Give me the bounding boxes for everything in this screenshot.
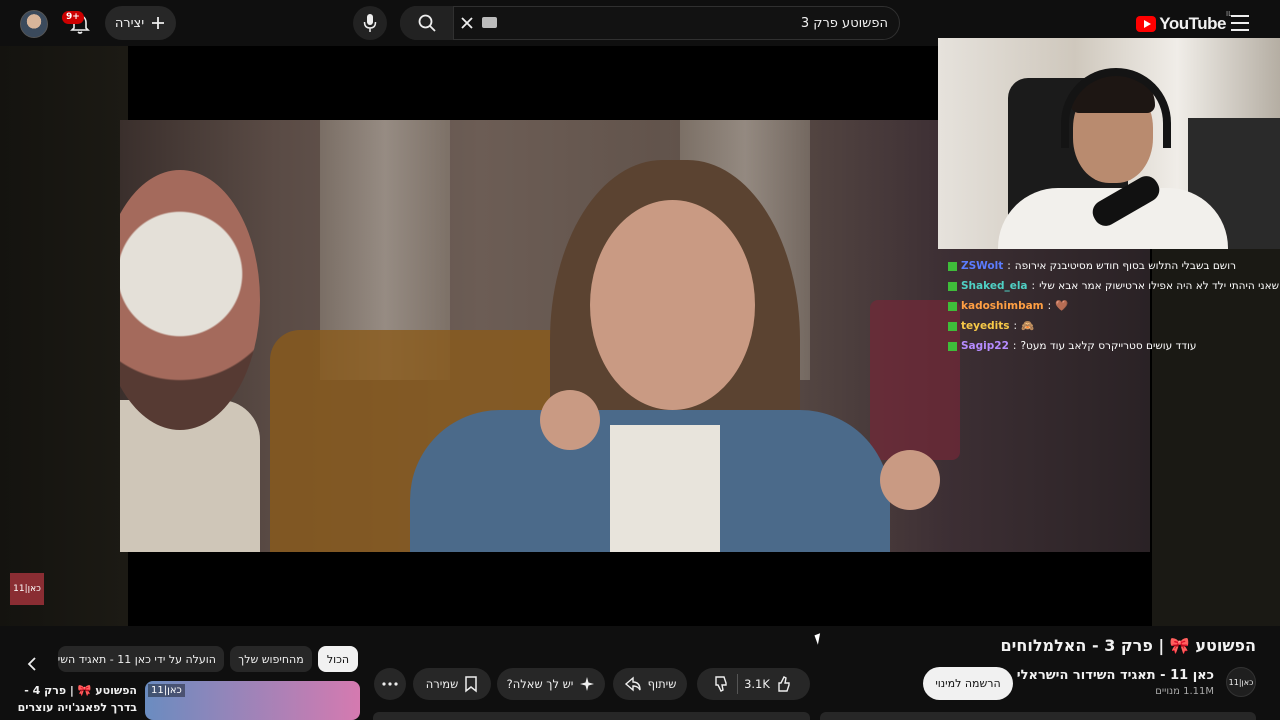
video-person (120, 170, 260, 430)
chevron-left-icon (27, 657, 36, 671)
voice-search-button[interactable] (353, 6, 387, 40)
chat-text: 🙈 (1021, 320, 1035, 332)
description-box[interactable] (820, 712, 1256, 720)
chat-message: ZSWolt : רושם בשבלי התלוש בסוף חודש מסיט… (948, 256, 1280, 276)
chips-next-button[interactable] (20, 652, 44, 676)
channel-avatar[interactable]: כאן|11 (1226, 667, 1256, 697)
chat-badge-icon (948, 301, 957, 311)
stream-chat: ZSWolt : רושם בשבלי התלוש בסוף חודש מסיט… (948, 256, 1280, 356)
chat-username: kadoshimbam (961, 300, 1044, 312)
title-prefix: הפשוטע (1195, 636, 1256, 655)
subscribe-button[interactable]: הרשמה למינוי (923, 667, 1013, 700)
recommendation-title[interactable]: הפשוטע 🎀 | פרק 4 - בדרך לפאנג'ויה עוצרים (17, 682, 137, 716)
chat-text: 🤎 (1055, 300, 1069, 312)
comments-preview[interactable] (373, 712, 810, 720)
chat-username: teyedits (961, 320, 1010, 332)
create-label: יצירה (114, 15, 145, 31)
chat-message: teyedits : 🙈 (948, 316, 1280, 336)
search-button[interactable] (400, 6, 454, 40)
ask-label: יש לך שאלה? (506, 677, 574, 691)
chip-uploaded-by[interactable]: הועלה על ידי כאן 11 - תאגיד השידור (58, 646, 224, 672)
video-background (870, 300, 960, 460)
chat-username: ZSWolt (961, 260, 1004, 272)
video-title: הפשוטע 🎀 | פרק 3 - האלמלוחים (1000, 636, 1256, 655)
logo-text: YouTube (1159, 14, 1226, 33)
bow-icon: 🎀 (1169, 636, 1190, 655)
chat-badge-icon (948, 341, 957, 351)
notifications-badge: 9+ (62, 11, 84, 24)
chat-text: עודד עושים סטרייקרס קלאב עוד מעט? (1020, 340, 1197, 352)
subscriber-count: 1.11M מנויים (1155, 686, 1214, 697)
streamer-webcam (938, 38, 1280, 249)
more-actions-button[interactable] (374, 668, 406, 700)
like-dislike-group: 3.1K (697, 668, 810, 700)
title-suffix: | פרק 3 - האלמלוחים (1000, 636, 1165, 655)
chat-message: kadoshimbam : 🤎 (948, 296, 1280, 316)
share-button[interactable]: שיתוף (613, 668, 687, 700)
filter-chips: הכול מהחיפוש שלך הועלה על ידי כאן 11 - ת… (20, 646, 360, 674)
share-label: שיתוף (647, 677, 677, 691)
youtube-play-icon (1136, 16, 1157, 32)
share-icon (624, 676, 641, 692)
below-player: הפשוטע 🎀 | פרק 3 - האלמלוחים כאן|11 כאן … (0, 626, 1280, 720)
save-label: שמירה (425, 677, 459, 691)
video-person (540, 390, 600, 450)
microphone-icon (363, 14, 377, 32)
recommendation-thumbnail[interactable]: כאן|11 (145, 681, 360, 720)
more-horizontal-icon (382, 682, 398, 686)
like-count[interactable]: 3.1K (744, 677, 770, 691)
chat-badge-icon (948, 261, 957, 271)
channel-name[interactable]: כאן 11 - תאגיד השידור הישראלי (996, 668, 1214, 683)
chat-username: Sagip22 (961, 340, 1009, 352)
ask-question-button[interactable]: יש לך שאלה? (497, 668, 605, 700)
thumbnail-channel-logo: כאן|11 (148, 684, 185, 697)
video-person (610, 425, 720, 552)
chip-all[interactable]: הכול (318, 646, 358, 672)
like-icon[interactable] (776, 675, 794, 693)
hamburger-menu-icon[interactable] (1231, 15, 1249, 31)
chat-message: Sagip22 : עודד עושים סטרייקרס קלאב עוד מ… (948, 336, 1280, 356)
save-button[interactable]: שמירה (413, 668, 491, 700)
plus-icon (152, 17, 165, 29)
chat-badge-icon (948, 281, 957, 291)
chat-username: Shaked_ela (961, 280, 1028, 292)
create-button[interactable]: יצירה (105, 6, 176, 40)
search-icon (418, 14, 436, 32)
youtube-logo[interactable]: YouTube IL (1136, 10, 1232, 36)
chat-badge-icon (948, 321, 957, 331)
search-input[interactable] (500, 9, 888, 37)
sparkle-icon (580, 677, 595, 691)
channel-name-text: כאן 11 - תאגיד השידור הישראלי (1016, 668, 1214, 683)
video-person (880, 450, 940, 510)
chat-message: Shaked_ela : שאני היהתי ילד לא היה אפילו… (948, 276, 1280, 296)
channel-watermark-logo: כאן|11 (10, 573, 44, 605)
close-icon (461, 17, 473, 29)
chat-text: שאני היהתי ילד לא היה אפילו ארטישוק אמר … (1039, 280, 1280, 292)
account-avatar[interactable] (20, 10, 48, 38)
bookmark-icon (465, 676, 478, 693)
divider (737, 674, 739, 694)
chat-text: רושם בשבלי התלוש בסוף חודש מסיטיבנק אירו… (1014, 260, 1237, 272)
chip-from-search[interactable]: מהחיפוש שלך (230, 646, 312, 672)
video-person (590, 200, 755, 410)
clear-search-button[interactable] (458, 12, 476, 34)
keyboard-icon[interactable] (482, 17, 497, 28)
dislike-icon[interactable] (713, 675, 731, 693)
